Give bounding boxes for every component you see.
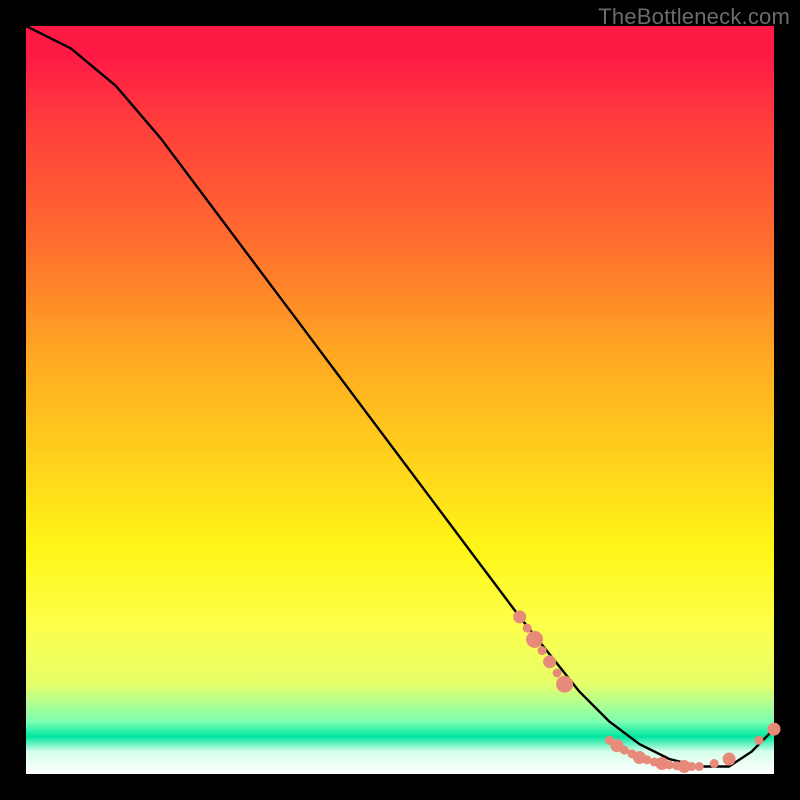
highlight-dot bbox=[768, 723, 781, 736]
highlight-dot bbox=[526, 631, 543, 648]
watermark-text: TheBottleneck.com bbox=[598, 4, 790, 30]
highlight-dot bbox=[695, 762, 704, 771]
chart-frame: TheBottleneck.com bbox=[0, 0, 800, 800]
highlight-dot bbox=[523, 624, 532, 633]
highlight-dot bbox=[723, 753, 736, 766]
plot-area bbox=[26, 26, 774, 774]
highlight-dot bbox=[553, 669, 562, 678]
highlight-dot bbox=[538, 646, 547, 655]
chart-svg bbox=[26, 26, 774, 774]
highlight-dot bbox=[556, 676, 573, 693]
curve-line bbox=[26, 26, 774, 767]
highlight-dot bbox=[755, 736, 764, 745]
highlight-dot bbox=[543, 655, 556, 668]
highlight-dot bbox=[513, 610, 526, 623]
highlight-dot bbox=[710, 759, 719, 768]
